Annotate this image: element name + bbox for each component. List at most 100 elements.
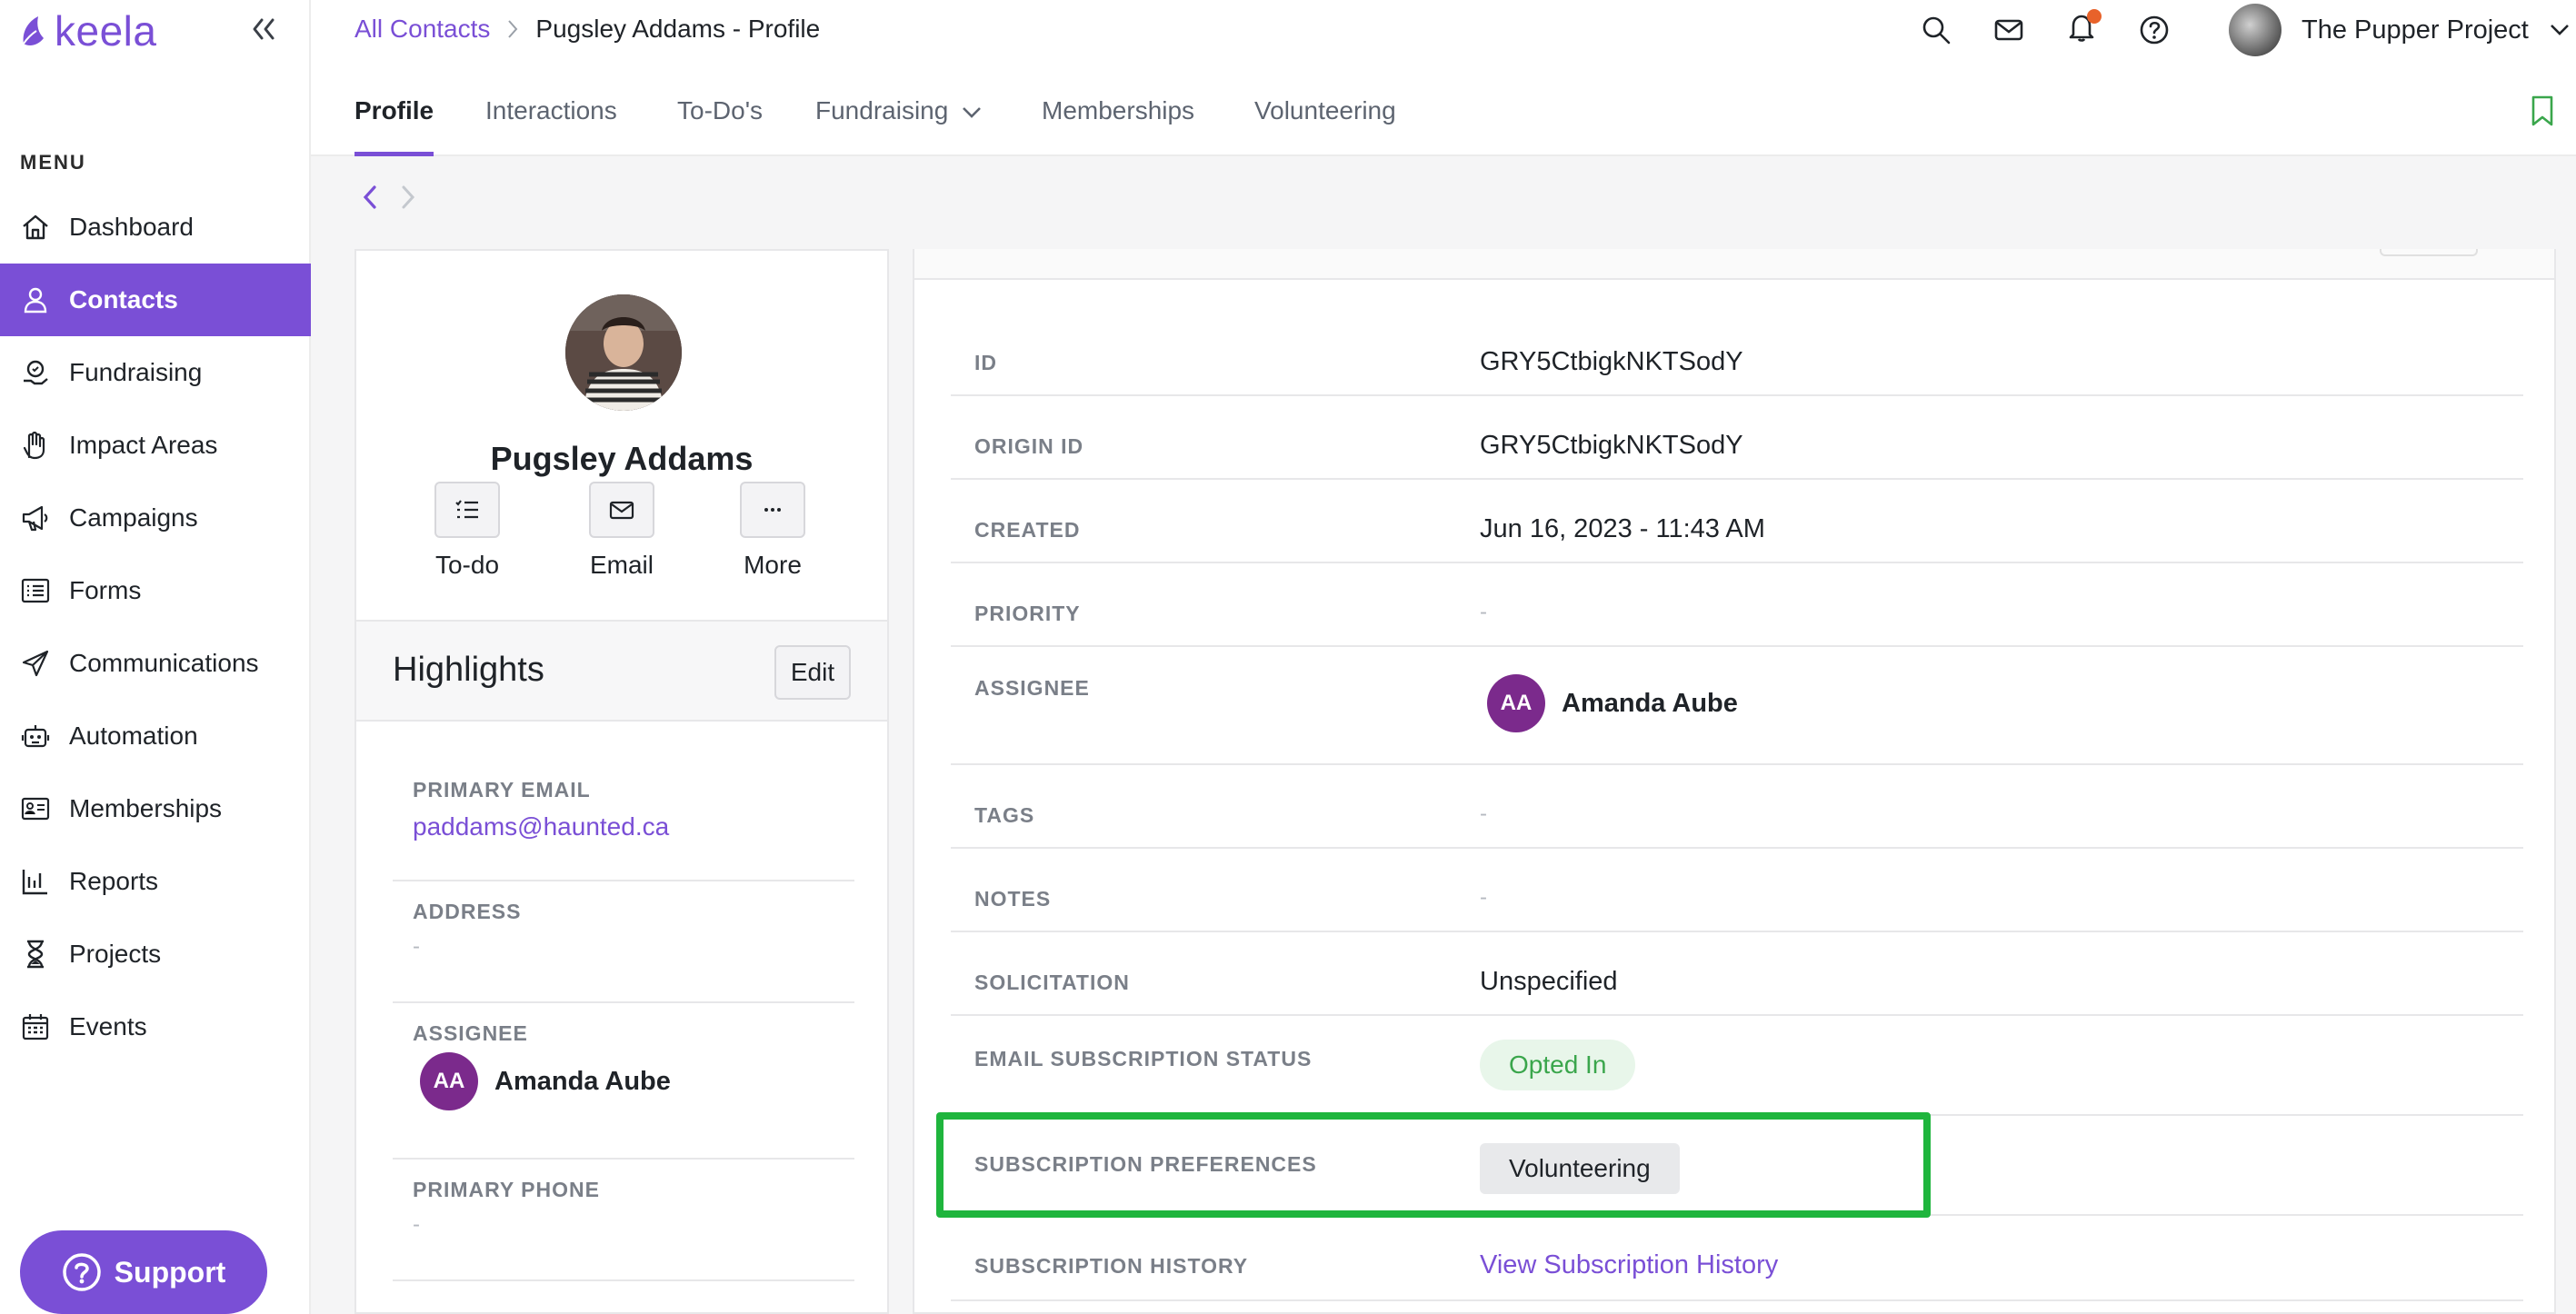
search-icon[interactable] bbox=[1920, 14, 1952, 46]
sidebar-item-dashboard[interactable]: Dashboard bbox=[0, 191, 311, 264]
email-button[interactable] bbox=[589, 482, 654, 538]
contact-avatar bbox=[565, 294, 682, 411]
assignee-name[interactable]: Amanda Aube bbox=[494, 1067, 671, 1097]
todo-label: To-do bbox=[434, 551, 500, 579]
detail-row-origin-id: ORIGIN ID GRY5CtbigkNKTSodY bbox=[951, 396, 2523, 480]
more-action[interactable]: More bbox=[718, 482, 827, 580]
highlights-header: Highlights Edit bbox=[356, 620, 887, 722]
top-bar: All Contacts Pugsley Addams - Profile Th… bbox=[311, 0, 2576, 62]
bookmark-icon[interactable] bbox=[2529, 95, 2556, 127]
created-value: Jun 16, 2023 - 11:43 AM bbox=[1480, 514, 1765, 543]
detail-row-created: CREATED Jun 16, 2023 - 11:43 AM bbox=[951, 480, 2523, 563]
details-header-button[interactable] bbox=[2380, 249, 2478, 256]
id-card-icon bbox=[21, 797, 50, 821]
sidebar-item-label: Fundraising bbox=[69, 358, 203, 386]
tab-volunteering[interactable]: Volunteering bbox=[1254, 96, 1396, 156]
email-action[interactable]: Email bbox=[567, 482, 676, 580]
notifications-button[interactable] bbox=[2065, 9, 2102, 48]
fundraising-icon bbox=[24, 360, 48, 385]
more-label: More bbox=[744, 551, 802, 579]
contact-photo bbox=[565, 294, 682, 411]
record-pager bbox=[360, 182, 418, 213]
email-subscription-status-value: Opted In bbox=[1480, 1040, 1636, 1090]
sidebar-item-events[interactable]: Events bbox=[0, 990, 311, 1063]
detail-row-id: ID GRY5CtbigkNKTSodY bbox=[951, 280, 2523, 396]
sidebar-item-fundraising[interactable]: Fundraising bbox=[0, 336, 311, 409]
support-button[interactable]: Support bbox=[20, 1230, 267, 1314]
contact-name: Pugsley Addams bbox=[490, 440, 754, 477]
detail-row-assignee: ASSIGNEE AA Amanda Aube bbox=[951, 647, 2523, 765]
subscription-preferences-value: Volunteering bbox=[1480, 1143, 1680, 1194]
origin-id-label: ORIGIN ID bbox=[974, 434, 1084, 458]
next-record-icon[interactable] bbox=[398, 182, 418, 213]
address-field: ADDRESS - bbox=[393, 881, 854, 1003]
sidebar-item-label: Dashboard bbox=[69, 213, 194, 241]
volunteering-tag: Volunteering bbox=[1480, 1143, 1680, 1194]
chevron-down-icon bbox=[963, 107, 982, 118]
sidebar-item-memberships[interactable]: Memberships bbox=[0, 772, 311, 845]
menu-label: MENU bbox=[20, 151, 86, 174]
chevron-down-icon bbox=[2550, 25, 2569, 35]
more-button[interactable] bbox=[740, 482, 805, 538]
breadcrumb-all-contacts[interactable]: All Contacts bbox=[354, 15, 490, 44]
primary-email-link[interactable]: paddams@haunted.ca bbox=[413, 812, 669, 841]
notes-value: - bbox=[1480, 885, 1487, 910]
assignee-value: AA Amanda Aube bbox=[420, 1052, 671, 1110]
sidebar-item-label: Projects bbox=[69, 940, 162, 968]
sidebar-item-forms[interactable]: Forms bbox=[0, 554, 311, 627]
primary-phone-label: PRIMARY PHONE bbox=[413, 1178, 600, 1201]
edit-highlights-button[interactable]: Edit bbox=[774, 645, 851, 700]
sidebar-item-label: Forms bbox=[69, 576, 142, 604]
keela-leaf-icon bbox=[23, 16, 44, 45]
solicitation-value: Unspecified bbox=[1480, 967, 1618, 996]
origin-id-value: GRY5CtbigkNKTSodY bbox=[1480, 431, 1743, 460]
sidebar-item-label: Events bbox=[69, 1012, 147, 1040]
sidebar-item-projects[interactable]: Projects bbox=[0, 918, 311, 990]
sidebar-item-communications[interactable]: Communications bbox=[0, 627, 311, 700]
priority-label: PRIORITY bbox=[974, 602, 1081, 625]
assignee-avatar: AA bbox=[420, 1052, 478, 1110]
collapse-sidebar-button[interactable] bbox=[245, 13, 282, 45]
assignee-avatar: AA bbox=[1487, 674, 1545, 732]
todo-action[interactable]: To-do bbox=[413, 482, 522, 580]
logo-text: keela bbox=[55, 7, 157, 55]
todo-button[interactable] bbox=[434, 482, 500, 538]
details-card-header bbox=[914, 249, 2554, 280]
detail-row-solicitation: SOLICITATION Unspecified bbox=[951, 932, 2523, 1016]
contact-details-card: ID GRY5CtbigkNKTSodY ORIGIN ID GRY5Ctbig… bbox=[913, 249, 2556, 1314]
view-subscription-history-link[interactable]: View Subscription History bbox=[1480, 1250, 1778, 1280]
robot-icon bbox=[21, 725, 50, 748]
highlights-title: Highlights bbox=[393, 651, 544, 689]
keela-logo[interactable]: keela bbox=[18, 5, 156, 56]
org-switcher[interactable]: The Pupper Project bbox=[2229, 4, 2571, 56]
sidebar-item-label: Contacts bbox=[69, 285, 178, 314]
tab-fundraising-label: Fundraising bbox=[815, 96, 949, 124]
profile-tabs: Profile Interactions To-Do's Fundraising… bbox=[311, 73, 2576, 156]
sidebar-item-contacts[interactable]: Contacts bbox=[0, 264, 311, 336]
tab-profile[interactable]: Profile bbox=[354, 96, 434, 156]
sidebar-item-label: Impact Areas bbox=[69, 431, 218, 459]
detail-row-subscription-history: SUBSCRIPTION HISTORY View Subscription H… bbox=[951, 1216, 2523, 1301]
tags-label: TAGS bbox=[974, 803, 1035, 827]
priority-value: - bbox=[1480, 600, 1487, 624]
tab-fundraising[interactable]: Fundraising bbox=[815, 96, 983, 156]
sidebar-nav: Dashboard Contacts Fundraising Impact Ar… bbox=[0, 191, 311, 1063]
detail-row-priority: PRIORITY - bbox=[951, 563, 2523, 647]
sidebar-item-label: Automation bbox=[69, 722, 198, 750]
breadcrumb-current: Pugsley Addams - Profile bbox=[535, 15, 821, 43]
sidebar-item-campaigns[interactable]: Campaigns bbox=[0, 482, 311, 554]
mail-icon[interactable] bbox=[1992, 14, 2025, 46]
assignee-name[interactable]: Amanda Aube bbox=[1562, 689, 1738, 719]
sidebar-item-label: Communications bbox=[69, 649, 259, 677]
sidebar-item-reports[interactable]: Reports bbox=[0, 845, 311, 918]
address-label: ADDRESS bbox=[413, 900, 522, 923]
tab-todos[interactable]: To-Do's bbox=[677, 96, 763, 156]
tab-interactions[interactable]: Interactions bbox=[485, 96, 617, 156]
help-icon[interactable] bbox=[2138, 14, 2171, 46]
previous-record-icon[interactable] bbox=[360, 182, 380, 213]
sidebar-item-automation[interactable]: Automation bbox=[0, 700, 311, 772]
hand-icon bbox=[23, 431, 45, 460]
sidebar: keela MENU Dashboard Contacts Fundraisin… bbox=[0, 0, 311, 1314]
sidebar-item-impact-areas[interactable]: Impact Areas bbox=[0, 409, 311, 482]
tab-memberships[interactable]: Memberships bbox=[1042, 96, 1194, 156]
